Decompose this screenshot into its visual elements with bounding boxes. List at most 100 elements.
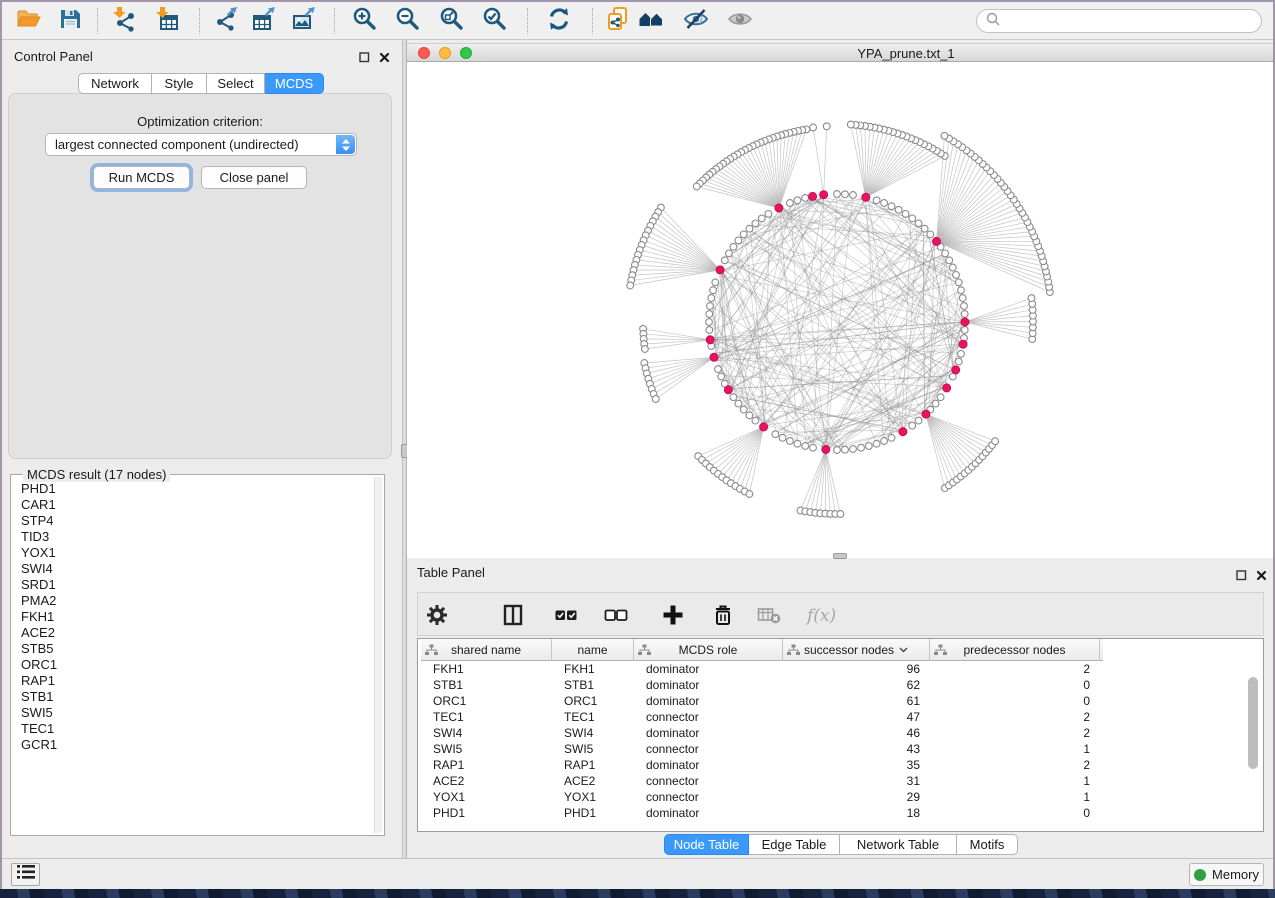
table-cell: PHD1: [421, 805, 552, 821]
import-network-button[interactable]: [108, 6, 140, 36]
mcds-result-item[interactable]: TEC1: [21, 721, 374, 737]
control-panel-title: Control Panel: [14, 49, 93, 64]
hide-selected-button[interactable]: [680, 6, 712, 36]
column-layout-button[interactable]: [500, 602, 526, 633]
tab-mcds[interactable]: MCDS: [265, 73, 324, 94]
run-mcds-button[interactable]: Run MCDS: [93, 166, 190, 189]
tab-style[interactable]: Style: [152, 73, 207, 94]
memory-button[interactable]: Memory: [1189, 863, 1264, 886]
control-panel-close-icon[interactable]: [379, 50, 390, 68]
zoom-out-button[interactable]: [392, 6, 424, 36]
zoom-in-button[interactable]: [349, 6, 381, 36]
table-cell: 96: [783, 661, 930, 677]
mcds-result-item[interactable]: SWI4: [21, 561, 374, 577]
select-stepper-icon[interactable]: [336, 135, 355, 154]
table-row[interactable]: SWI4SWI4dominator462: [421, 725, 1263, 741]
zoom-selected-button[interactable]: [479, 6, 511, 36]
save-session-button[interactable]: [54, 6, 86, 36]
table-cell: FKH1: [421, 661, 552, 677]
search-field[interactable]: [976, 9, 1262, 33]
tab-select[interactable]: Select: [207, 73, 265, 94]
optimization-criterion-select[interactable]: largest connected component (undirected): [45, 133, 357, 156]
settings-button[interactable]: [424, 602, 450, 633]
zoom-out-icon: [395, 6, 421, 37]
export-table-button[interactable]: [248, 6, 280, 36]
table-row[interactable]: ORC1ORC1dominator610: [421, 693, 1263, 709]
table-cell: 2: [930, 725, 1100, 741]
status-bar: Memory: [2, 858, 1273, 889]
table-row[interactable]: RAP1RAP1dominator352: [421, 757, 1263, 773]
mcds-result-item[interactable]: YOX1: [21, 545, 374, 561]
search-input[interactable]: [1005, 14, 1261, 29]
tab-motifs[interactable]: Motifs: [957, 834, 1018, 855]
delete-column-button[interactable]: [710, 602, 736, 633]
column-header-name[interactable]: name: [552, 639, 634, 661]
column-header-shared-name[interactable]: shared name: [421, 639, 552, 661]
mcds-result-item[interactable]: FKH1: [21, 609, 374, 625]
close-traffic-light[interactable]: [418, 47, 430, 59]
tab-network-table[interactable]: Network Table: [840, 834, 957, 855]
table-panel-close-icon[interactable]: [1256, 568, 1267, 586]
control-panel-float-icon[interactable]: [359, 50, 370, 68]
mcds-result-item[interactable]: ORC1: [21, 657, 374, 673]
mcds-result-item[interactable]: RAP1: [21, 673, 374, 689]
table-row[interactable]: FKH1FKH1dominator962: [421, 661, 1263, 677]
node-table-scrollbar[interactable]: [1248, 677, 1258, 769]
tab-network[interactable]: Network: [78, 73, 152, 94]
main-toolbar: [2, 2, 1273, 40]
horizontal-splitter-handle[interactable]: [833, 553, 847, 559]
network-window-titlebar[interactable]: YPA_prune.txt_1: [407, 43, 1273, 62]
mcds-result-item[interactable]: STB5: [21, 641, 374, 657]
import-table-button[interactable]: [151, 6, 183, 36]
mcds-result-item[interactable]: STB1: [21, 689, 374, 705]
show-all-button[interactable]: [724, 6, 756, 36]
table-row[interactable]: PHD1PHD1dominator180: [421, 805, 1263, 821]
mcds-result-item[interactable]: PMA2: [21, 593, 374, 609]
first-neighbors-button[interactable]: [635, 6, 667, 36]
table-cell: dominator: [634, 661, 783, 677]
tab-node-table[interactable]: Node Table: [664, 834, 749, 855]
table-cell: 0: [930, 693, 1100, 709]
table-cell: dominator: [634, 725, 783, 741]
list-icon: [17, 865, 35, 884]
export-network-button[interactable]: [210, 6, 242, 36]
mcds-result-item[interactable]: PHD1: [21, 481, 374, 497]
zoom-fit-button[interactable]: [436, 6, 468, 36]
refresh-view-button[interactable]: [543, 6, 575, 36]
table-cell: ORC1: [552, 693, 634, 709]
table-cell: RAP1: [552, 757, 634, 773]
table-row[interactable]: YOX1YOX1connector291: [421, 789, 1263, 805]
select-all-rows-button[interactable]: [553, 602, 579, 633]
mcds-result-item[interactable]: GCR1: [21, 737, 374, 753]
duplicate-network-button[interactable]: [602, 6, 634, 36]
table-row[interactable]: TEC1TEC1connector472: [421, 709, 1263, 725]
mcds-result-item[interactable]: SRD1: [21, 577, 374, 593]
panel-list-button[interactable]: [11, 863, 40, 886]
network-view-canvas[interactable]: [407, 62, 1273, 558]
mcds-result-list: PHD1CAR1STP4TID3YOX1SWI4SRD1PMA2FKH1ACE2…: [11, 475, 374, 835]
open-file-button[interactable]: [12, 6, 44, 36]
maximize-traffic-light[interactable]: [460, 47, 472, 59]
mcds-result-item[interactable]: SWI5: [21, 705, 374, 721]
mcds-result-scrollbar[interactable]: [374, 477, 382, 833]
node-table: shared namenameMCDS rolesuccessor nodesp…: [417, 638, 1264, 832]
toolbar-separator: [592, 8, 593, 34]
export-image-button[interactable]: [288, 6, 320, 36]
column-header-successor-nodes[interactable]: successor nodes: [783, 639, 930, 661]
tab-edge-table[interactable]: Edge Table: [749, 834, 840, 855]
close-panel-button[interactable]: Close panel: [201, 166, 307, 189]
table-cell: 0: [930, 677, 1100, 693]
column-header-predecessor-nodes[interactable]: predecessor nodes: [930, 639, 1100, 661]
mcds-result-item[interactable]: TID3: [21, 529, 374, 545]
mcds-result-item[interactable]: CAR1: [21, 497, 374, 513]
deselect-all-rows-button[interactable]: [603, 602, 629, 633]
minimize-traffic-light[interactable]: [439, 47, 451, 59]
table-row[interactable]: ACE2ACE2connector311: [421, 773, 1263, 789]
mcds-result-item[interactable]: STP4: [21, 513, 374, 529]
table-panel-float-icon[interactable]: [1236, 568, 1247, 586]
column-header-MCDS-role[interactable]: MCDS role: [634, 639, 783, 661]
mcds-result-item[interactable]: ACE2: [21, 625, 374, 641]
table-row[interactable]: STB1STB1dominator620: [421, 677, 1263, 693]
table-row[interactable]: SWI5SWI5connector431: [421, 741, 1263, 757]
add-column-button[interactable]: [660, 602, 686, 633]
